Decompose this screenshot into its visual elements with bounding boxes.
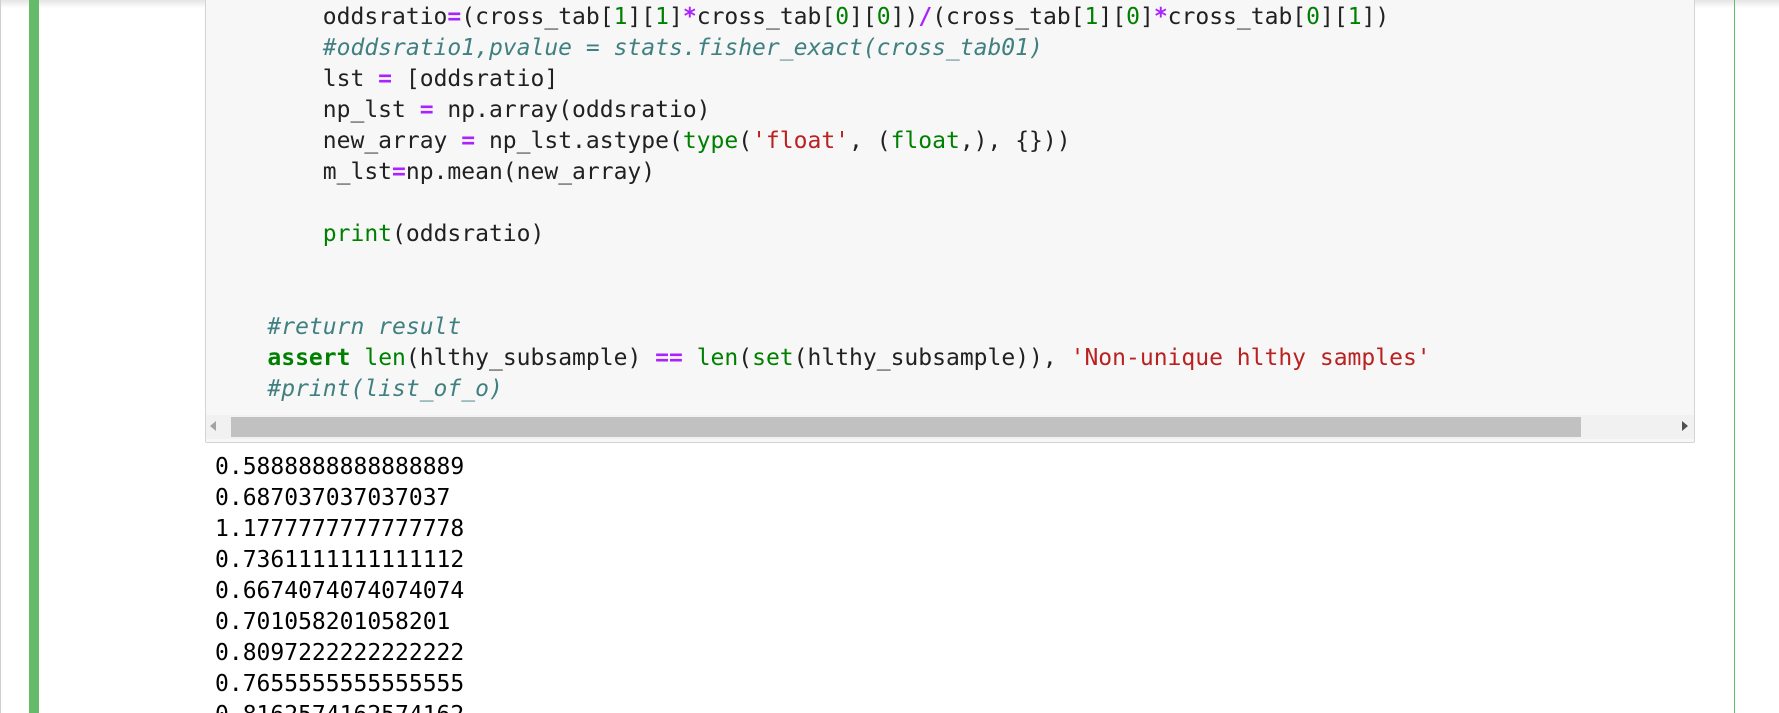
code-token: len — [364, 345, 406, 371]
code-token: (hlthy_subsample) — [405, 345, 656, 371]
code-token: np.array(oddsratio) — [433, 97, 711, 123]
code-input-area[interactable]: oddsratio=(cross_tab[1][1]*cross_tab[0][… — [205, 0, 1695, 443]
code-token: lst — [212, 66, 379, 92]
code-token: ][ — [849, 4, 877, 30]
code-token: [oddsratio] — [392, 66, 559, 92]
code-token: #oddsratio1,pvalue = stats.fisher_exact(… — [322, 35, 1043, 61]
code-token: == — [655, 345, 683, 371]
code-token: 0 — [1126, 4, 1140, 30]
output-line: 0.6674074074074074 — [215, 578, 465, 604]
page-left-border — [0, 0, 1, 713]
scroll-right-arrow-icon[interactable] — [1682, 421, 1688, 431]
code-token: np.mean(new_array) — [405, 159, 656, 185]
code-token: ] — [1139, 4, 1154, 30]
output-line: 0.701058201058201 — [215, 609, 451, 635]
code-token: np_lst.astype( — [475, 128, 683, 154]
code-token: * — [682, 4, 697, 30]
code-token: 0 — [876, 4, 891, 30]
code-token: float — [890, 128, 960, 154]
code-line[interactable]: lst = [oddsratio] — [212, 64, 558, 95]
output-line: 0.7361111111111112 — [215, 547, 465, 573]
code-token: type — [682, 128, 739, 154]
scrollbar-thumb[interactable] — [231, 417, 1581, 437]
code-token: 1 — [1084, 4, 1099, 30]
code-line[interactable]: print(oddsratio) — [212, 219, 545, 250]
code-token: (hlthy_subsample)), — [793, 345, 1071, 371]
code-token: = — [461, 128, 476, 154]
code-token: / — [918, 4, 933, 30]
scroll-left-arrow-icon[interactable] — [210, 421, 216, 431]
code-line[interactable]: assert len(hlthy_subsample) == len(set(h… — [212, 343, 1431, 374]
output-line: 0.5888888888888889 — [215, 454, 465, 480]
code-line[interactable]: m_lst=np.mean(new_array) — [212, 157, 655, 188]
output-line: 1.1777777777777778 — [215, 516, 465, 542]
output-line: 0.8162574162574162 — [215, 700, 464, 713]
code-token: 0 — [835, 4, 850, 30]
code-token: 1 — [1347, 4, 1362, 30]
code-token: ][ — [627, 4, 656, 30]
code-token: m_lst — [212, 159, 393, 185]
code-token: ( — [738, 345, 753, 371]
code-token: print — [322, 221, 393, 247]
output-line: 0.8097222222222222 — [215, 640, 465, 666]
code-token: #print(list_of_o) — [267, 376, 503, 402]
code-token: * — [1153, 4, 1168, 30]
code-token: ][ — [1098, 4, 1127, 30]
code-line[interactable]: #return result — [212, 312, 461, 343]
code-token: = — [392, 159, 406, 185]
code-token: = — [419, 97, 434, 123]
code-token: 1 — [655, 4, 670, 30]
code-line[interactable]: new_array = np_lst.astype(type('float', … — [212, 126, 1071, 157]
code-line[interactable]: #print(list_of_o) — [212, 374, 503, 405]
code-token: len — [696, 345, 739, 371]
code-token: ]) — [1361, 4, 1390, 30]
code-line[interactable]: np_lst = np.array(oddsratio) — [212, 95, 711, 126]
code-token: , ( — [849, 128, 891, 154]
output-line: 0.687037037037037 — [215, 485, 451, 511]
code-token: cross_tab[ — [1167, 4, 1307, 30]
selected-cell-indicator — [29, 0, 39, 713]
code-token: = — [447, 4, 462, 30]
code-token: 'float' — [752, 128, 850, 154]
notebook-page: oddsratio=(cross_tab[1][1]*cross_tab[0][… — [0, 0, 1779, 713]
code-token: ][ — [1320, 4, 1348, 30]
code-token: (cross_tab[ — [461, 4, 614, 30]
code-token: new_array — [212, 128, 462, 154]
code-token: np_lst — [212, 97, 420, 123]
code-line[interactable]: oddsratio=(cross_tab[1][1]*cross_tab[0][… — [212, 2, 1390, 33]
code-token: (oddsratio) — [392, 221, 545, 247]
horizontal-scrollbar[interactable] — [206, 415, 1694, 439]
code-token: ( — [738, 128, 753, 154]
cell-output-area: 0.5888888888888889 0.687037037037037 1.177… — [205, 452, 1695, 713]
code-token: assert — [267, 345, 351, 371]
code-token: = — [378, 66, 393, 92]
code-token: 'Non-unique hlthy samples' — [1070, 345, 1431, 371]
code-token: cross_tab[ — [696, 4, 836, 30]
code-token: ]) — [890, 4, 919, 30]
code-token: ] — [669, 4, 683, 30]
code-token: oddsratio — [212, 4, 448, 30]
output-line: 0.7655555555555555 — [215, 671, 465, 697]
code-token: set — [752, 345, 794, 371]
code-token: (cross_tab[ — [932, 4, 1085, 30]
code-line[interactable]: #oddsratio1,pvalue = stats.fisher_exact(… — [212, 33, 1043, 64]
code-token: 1 — [613, 4, 628, 30]
code-token: 0 — [1306, 4, 1321, 30]
code-token: #return result — [267, 314, 462, 340]
code-token: ,), {})) — [959, 128, 1071, 154]
